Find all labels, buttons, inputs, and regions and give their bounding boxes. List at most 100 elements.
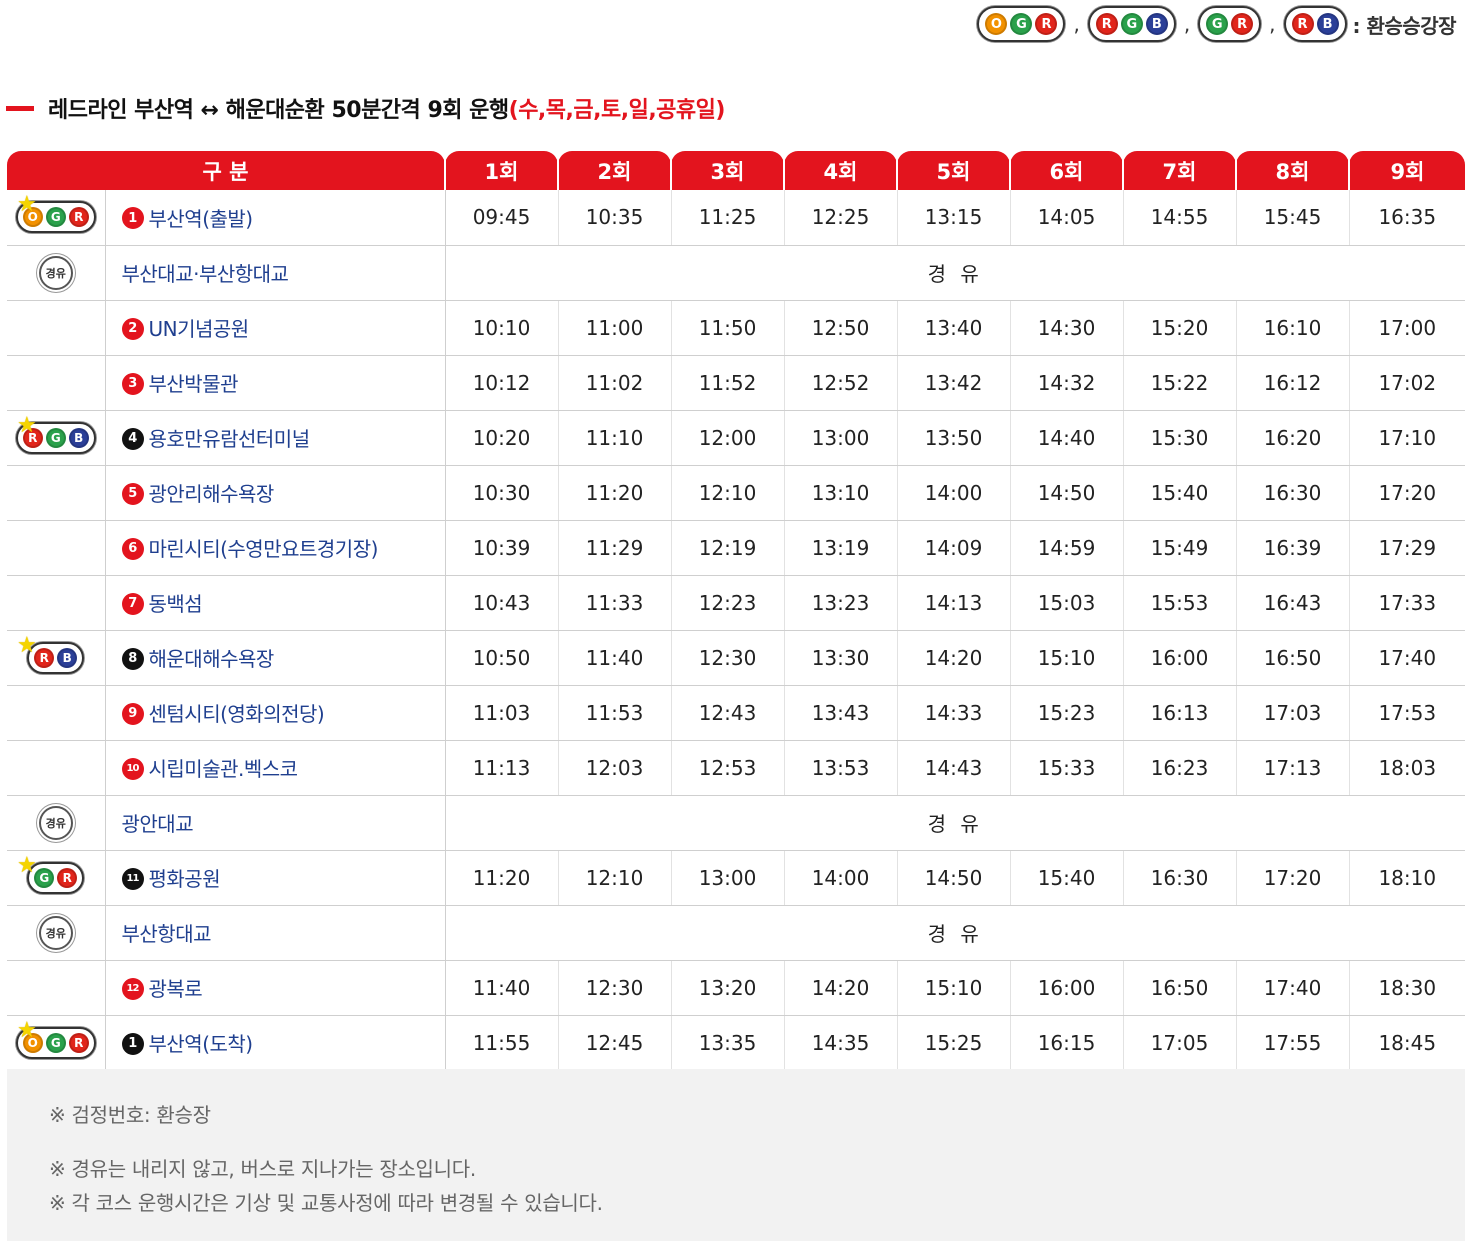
departure-time: 14:13 [897,575,1011,631]
departure-time: 18:45 [1349,1015,1466,1071]
stop-name-cell: 7 동백섬 [105,575,446,631]
departure-time: 13:00 [784,410,898,466]
header-run-6: 6회 [1009,151,1124,190]
departure-time: 15:23 [1010,685,1124,741]
star-icon: ★ [17,412,37,438]
departure-time: 16:20 [1236,410,1350,466]
departure-time: 12:45 [558,1015,672,1071]
stop-name: 부산역(출발) [148,206,254,231]
departure-time: 14:20 [784,960,898,1016]
departure-time: 13:50 [897,410,1011,466]
departure-time: 17:40 [1236,960,1350,1016]
departure-time: 10:30 [445,465,559,521]
line-r-icon: R [68,207,89,228]
line-g-icon: G [45,207,66,228]
departure-time: 13:15 [897,190,1011,246]
departure-time: 12:25 [784,190,898,246]
operating-days: (수,목,금,토,일,공휴일) [508,98,726,123]
table-row: 경유 광안대교 경 유 [7,795,1466,851]
legend-label: : 환승승강장 [1352,13,1457,38]
table-row: 3 부산박물관 10:12 11:02 11:52 12:52 13:42 14:32 15:2… [7,355,1466,411]
stop-number-icon: 3 [121,372,144,395]
departure-time: 18:03 [1349,740,1466,796]
line-g-icon: G [1010,13,1033,35]
departure-time: 15:40 [1010,850,1124,906]
table-row: 9 센텀시티(영화의전당) 11:03 11:53 12:43 13:43 14:33 15:… [7,685,1466,741]
departure-time: 12:52 [784,355,898,411]
stop-icon-cell: 경유 [7,905,106,961]
departure-time: 16:39 [1236,520,1350,576]
departure-time: 16:12 [1236,355,1350,411]
transfer-legend: OGR,RGB,GR,RB: 환승승강장 [977,6,1457,42]
line-g-icon: G [34,867,55,888]
line-b-icon: B [1145,13,1168,35]
departure-time: 12:10 [558,850,672,906]
header-run-1: 1회 [444,151,559,190]
note-black-number: ※ 검정번호: 환승장 [49,1103,211,1127]
stop-number-icon: 1 [121,1032,144,1055]
departure-time: 14:40 [1010,410,1124,466]
stop-name-cell: 9 센텀시티(영화의전당) [105,685,446,741]
departure-time: 14:50 [1010,465,1124,521]
departure-time: 15:10 [897,960,1011,1016]
departure-time: 14:35 [784,1015,898,1071]
note-via: ※ 경유는 내리지 않고, 버스로 지나가는 장소입니다. [49,1157,476,1181]
table-row: ★ G R 11 평화공원 11:20 12:10 13:00 14:00 14:50 15:40 1… [7,850,1466,906]
departure-time: 16:15 [1010,1015,1124,1071]
via-text: 경 유 [445,905,1466,961]
table-row: 5 광안리해수욕장 10:30 11:20 12:10 13:10 14:00 14:50 15… [7,465,1466,521]
stop-name-cell: 11 평화공원 [105,850,446,906]
departure-time: 10:43 [445,575,559,631]
line-b-icon: B [57,647,78,668]
header-category: 구 분 [7,151,446,190]
departure-time: 16:43 [1236,575,1350,631]
line-r-icon: R [68,1032,89,1053]
stop-name: 광안리해수욕장 [148,482,275,506]
stop-name: 해운대해수욕장 [148,647,275,671]
departure-time: 12:03 [558,740,672,796]
departure-time: 12:43 [671,685,785,741]
line-r-icon: R [34,647,55,668]
departure-time: 15:03 [1010,575,1124,631]
stop-number-icon: 6 [121,537,144,560]
line-b-icon: B [1316,13,1339,35]
stop-name: 마린시티(수영만요트경기장) [148,537,379,561]
departure-time: 11:29 [558,520,672,576]
departure-time: 17:55 [1236,1015,1350,1071]
departure-time: 17:13 [1236,740,1350,796]
stop-icon-cell: ★ R G B [7,410,106,466]
departure-time: 11:50 [671,300,785,356]
stop-name: 광복로 [148,977,203,1001]
departure-time: 17:33 [1349,575,1466,631]
departure-time: 10:20 [445,410,559,466]
stop-icon-cell: ★ O G R [7,1015,106,1071]
header-run-8: 8회 [1235,151,1350,190]
departure-time: 13:30 [784,630,898,686]
departure-time: 12:30 [558,960,672,1016]
transfer-badge-rb: RB [1283,6,1347,42]
departure-time: 13:35 [671,1015,785,1071]
table-row: 경유 부산대교·부산항대교 경 유 [7,245,1466,301]
line-o-icon: O [985,13,1008,35]
departure-time: 13:10 [784,465,898,521]
timetable-body: ★ O G R 1 부산역(출발) 09:45 10:35 11:25 12:25 13:15 14:… [7,190,1466,1071]
stop-name: 부산역(도착) [148,1032,254,1056]
departure-time: 17:00 [1349,300,1466,356]
stop-number-icon: 8 [121,647,144,670]
stop-name-cell: 2 UN기념공원 [105,300,446,356]
departure-time: 15:45 [1236,190,1350,246]
stop-name-cell: 8 해운대해수욕장 [105,630,446,686]
departure-time: 10:50 [445,630,559,686]
departure-time: 09:45 [445,190,559,246]
departure-time: 15:33 [1010,740,1124,796]
table-row: 경유 부산항대교 경 유 [7,905,1466,961]
stop-name-cell: 6 마린시티(수영만요트경기장) [105,520,446,576]
departure-time: 11:52 [671,355,785,411]
header-run-5: 5회 [896,151,1011,190]
line-g-icon: G [45,1032,66,1053]
table-row: 10 시립미술관.벡스코 11:13 12:03 12:53 13:53 14:43 15:3… [7,740,1466,796]
departure-time: 17:10 [1349,410,1466,466]
notes-box: ※ 검정번호: 환승장 ※ 경유는 내리지 않고, 버스로 지나가는 장소입니다… [7,1069,1465,1241]
departure-time: 16:00 [1123,630,1237,686]
departure-time: 16:23 [1123,740,1237,796]
